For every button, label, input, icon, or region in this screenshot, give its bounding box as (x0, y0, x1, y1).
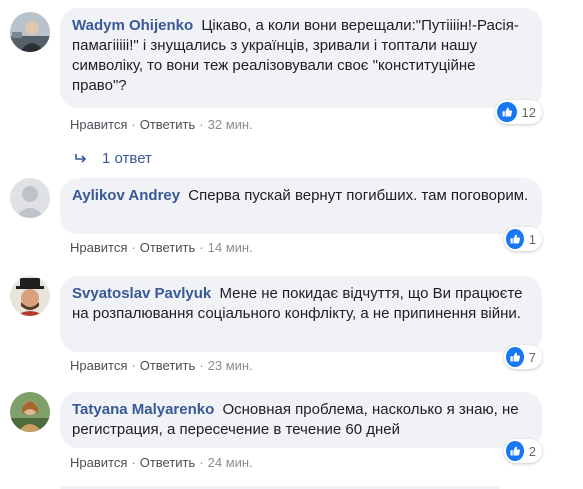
comment-item: Aylikov Andrey Сперва пускай вернут поги… (0, 172, 583, 262)
like-link[interactable]: Нравится (70, 358, 127, 373)
comment-bubble: Svyatoslav Pavlyuk Мене не покидає відчу… (60, 276, 542, 352)
reaction-count: 7 (528, 349, 536, 365)
comment-bubble: Aylikov Andrey Сперва пускай вернут поги… (60, 178, 542, 234)
like-link[interactable]: Нравится (70, 455, 127, 470)
avatar-man-hat-icon (10, 276, 50, 316)
reply-link[interactable]: Ответить (140, 117, 196, 132)
reaction-summary[interactable]: 2 (504, 439, 542, 463)
author-name[interactable]: Wadym Ohijenko (72, 17, 193, 34)
comments-feed: Wadym Ohijenko Цікаво, а коли вони верещ… (0, 0, 583, 489)
replies-count[interactable]: 1 ответ (102, 150, 152, 167)
separator-dot: · (199, 358, 204, 373)
like-reaction-icon (506, 441, 524, 461)
reply-link[interactable]: Ответить (140, 358, 196, 373)
like-reaction-icon (506, 347, 524, 367)
reaction-count: 2 (528, 443, 536, 459)
separator-dot: · (199, 117, 204, 132)
comment-item: Svyatoslav Pavlyuk Мене не покидає відчу… (0, 272, 583, 373)
like-reaction-icon (497, 102, 517, 122)
comment-actions: Нравится · Ответить · 32 мин. (70, 117, 253, 132)
separator-dot: · (131, 455, 136, 470)
avatar[interactable] (10, 12, 50, 52)
timestamp[interactable]: 32 мин. (208, 117, 253, 132)
reaction-count: 1 (528, 231, 536, 247)
view-replies-link[interactable]: 1 ответ (74, 150, 152, 167)
separator-dot: · (131, 117, 136, 132)
like-reaction-icon (506, 229, 524, 249)
reaction-summary[interactable]: 12 (495, 100, 542, 124)
reaction-count: 12 (521, 104, 536, 120)
separator-dot: · (199, 240, 204, 255)
separator-dot: · (131, 358, 136, 373)
comment-bubble: Tatyana Malyarenko Основная проблема, на… (60, 392, 542, 448)
separator-dot: · (131, 240, 136, 255)
timestamp[interactable]: 24 мин. (208, 455, 253, 470)
comment-bubble: Wadym Ohijenko Цікаво, а коли вони верещ… (60, 8, 542, 108)
like-link[interactable]: Нравится (70, 240, 127, 255)
comment-item: Tatyana Malyarenko Основная проблема, на… (0, 384, 583, 484)
reaction-summary[interactable]: 7 (504, 345, 542, 369)
timestamp[interactable]: 14 мин. (208, 240, 253, 255)
comment-actions: Нравится · Ответить · 24 мин. (70, 455, 253, 470)
like-link[interactable]: Нравится (70, 117, 127, 132)
comment-text: Сперва пускай вернут погибших. там погов… (188, 187, 529, 204)
reply-link[interactable]: Ответить (140, 240, 196, 255)
author-name[interactable]: Aylikov Andrey (72, 187, 180, 204)
avatar-woman-outdoor-icon (10, 392, 50, 432)
author-name[interactable]: Tatyana Malyarenko (72, 401, 214, 418)
comment-actions: Нравится · Ответить · 14 мин. (70, 240, 253, 255)
avatar[interactable] (10, 178, 50, 218)
reply-arrow-icon (75, 153, 87, 163)
author-name[interactable]: Svyatoslav Pavlyuk (72, 285, 211, 302)
avatar-person-photo-icon (10, 12, 50, 52)
reply-link[interactable]: Ответить (140, 455, 196, 470)
avatar[interactable] (10, 276, 50, 316)
avatar[interactable] (10, 392, 50, 432)
comment-item: Wadym Ohijenko Цікаво, а коли вони верещ… (0, 0, 583, 140)
timestamp[interactable]: 23 мин. (208, 358, 253, 373)
separator-dot: · (199, 455, 204, 470)
comment-actions: Нравится · Ответить · 23 мин. (70, 358, 253, 373)
reaction-summary[interactable]: 1 (504, 227, 542, 251)
default-avatar-icon (10, 178, 50, 218)
